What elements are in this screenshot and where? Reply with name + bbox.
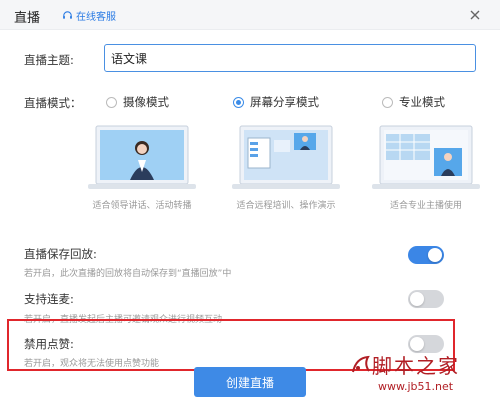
screen-share-illustration bbox=[232, 125, 340, 189]
radio-dot-selected bbox=[233, 96, 244, 108]
watermark-logo-icon bbox=[352, 355, 370, 373]
save-replay-title: 直播保存回放: bbox=[24, 247, 97, 261]
online-service-label: 在线客服 bbox=[76, 12, 116, 23]
co-mic-toggle[interactable] bbox=[408, 290, 444, 308]
radio-screen-share-label: 屏幕分享模式 bbox=[250, 95, 319, 109]
radio-screen-share-mode[interactable]: 屏幕分享模式 bbox=[233, 94, 319, 110]
radio-pro-label: 专业模式 bbox=[399, 95, 445, 109]
screen-share-caption: 适合远程培训、操作演示 bbox=[236, 201, 336, 211]
watermark-url: www.jb51.net bbox=[378, 380, 454, 393]
dialog-title: 直播 bbox=[14, 11, 41, 26]
pro-mode-caption: 适合专业主播使用 bbox=[389, 201, 462, 211]
watermark: 脚本之家 www.jb51.net bbox=[350, 350, 495, 400]
pro-mode-illustration bbox=[372, 125, 480, 189]
topic-input[interactable] bbox=[104, 44, 476, 72]
headset-icon bbox=[63, 11, 72, 19]
topic-label: 直播主题: bbox=[24, 53, 74, 67]
watermark-text: 脚本之家 bbox=[372, 354, 460, 378]
radio-dot bbox=[382, 96, 393, 108]
save-replay-toggle[interactable] bbox=[408, 246, 444, 264]
camera-mode-illustration bbox=[88, 125, 196, 189]
online-service-link[interactable]: 在线客服 bbox=[62, 8, 116, 23]
save-replay-desc: 若开启，此次直播的回放将自动保存到“直播回放”中 bbox=[24, 269, 232, 279]
close-icon[interactable] bbox=[466, 6, 484, 24]
co-mic-title: 支持连麦: bbox=[24, 292, 74, 306]
title-bar: 直播 在线客服 bbox=[0, 0, 500, 30]
radio-camera-mode[interactable]: 摄像模式 bbox=[106, 94, 169, 110]
create-live-button[interactable]: 创建直播 bbox=[194, 367, 306, 397]
mode-label: 直播模式： bbox=[24, 96, 82, 110]
radio-dot bbox=[106, 96, 117, 108]
radio-camera-label: 摄像模式 bbox=[123, 95, 169, 109]
camera-mode-caption: 适合领导讲话、活动转播 bbox=[92, 201, 192, 211]
radio-pro-mode[interactable]: 专业模式 bbox=[382, 94, 445, 110]
